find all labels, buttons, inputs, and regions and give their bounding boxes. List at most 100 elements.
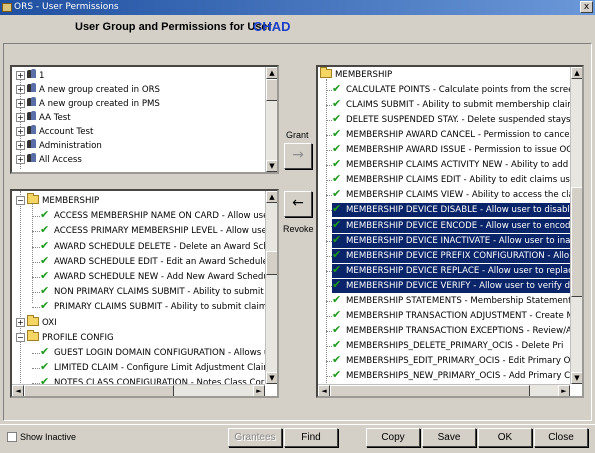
scroll-down-icon[interactable]: ▼ — [571, 372, 582, 384]
ok-button[interactable]: OK — [478, 428, 532, 447]
scroll-right-icon[interactable]: ► — [558, 385, 570, 396]
close-window-button[interactable]: x — [580, 1, 593, 13]
expand-icon[interactable]: + — [16, 141, 25, 150]
permission-item[interactable]: ✔ MEMBERSHIP AWARD CANCEL - Permission to… — [332, 128, 572, 142]
permission-item[interactable]: ✔ ACCESS PRIMARY MEMBERSHIP LEVEL - Allow… — [40, 224, 267, 238]
permission-label: MEMBERSHIPS_DELETE_PRIMARY_OCIS - Delete… — [346, 341, 564, 351]
folder-item[interactable]: OXI — [27, 315, 57, 330]
expand-icon[interactable]: + — [16, 71, 25, 80]
permission-label: MEMBERSHIP DEVICE INACTIVATE - Allow use… — [346, 236, 576, 246]
scroll-up-icon[interactable]: ▲ — [266, 191, 277, 203]
granted-hscrollbar[interactable]: ◄ ► — [318, 384, 570, 396]
folder-label: OXI — [42, 318, 57, 328]
tree-connector — [32, 277, 40, 278]
scroll-thumb[interactable] — [330, 385, 530, 396]
permission-item[interactable]: ✔ AWARD SCHEDULE DELETE - Delete an Award… — [40, 240, 269, 254]
available-hscrollbar[interactable]: ◄ ► — [12, 384, 265, 396]
collapse-icon[interactable]: − — [16, 333, 25, 342]
group-item[interactable]: Administration — [27, 139, 102, 153]
expand-icon[interactable]: + — [16, 318, 25, 327]
scroll-thumb[interactable] — [266, 251, 277, 275]
permission-label: MEMBERSHIP CLAIMS ACTIVITY NEW - Ability… — [346, 160, 582, 170]
permission-item[interactable]: ✔ MEMBERSHIP DEVICE PREFIX CONFIGURATION … — [332, 249, 572, 263]
permission-item[interactable]: ✔ CLAIMS SUBMIT - Ability to submit membe… — [332, 98, 582, 112]
scroll-left-icon[interactable]: ◄ — [318, 385, 330, 396]
groups-vscrollbar[interactable]: ▲ ▼ — [265, 67, 277, 172]
available-permissions-tree[interactable]: − MEMBERSHIP ✔ ACCESS MEMBERSHIP NAME ON CA… — [10, 189, 279, 398]
scroll-down-icon[interactable]: ▼ — [266, 160, 277, 172]
permission-item[interactable]: ✔ MEMBERSHIP STATEMENTS - Membership Stat… — [332, 294, 576, 308]
group-item[interactable]: A new group created in PMS — [27, 97, 160, 111]
permission-item[interactable]: ✔ LIMITED CLAIM - Configure Limit Adjustm… — [40, 361, 276, 375]
window-title: ORS - User Permissions — [14, 2, 119, 12]
available-vscrollbar[interactable]: ▲ ▼ — [265, 191, 277, 384]
grantees-button[interactable]: Grantees — [228, 428, 282, 447]
scroll-thumb[interactable] — [266, 79, 277, 101]
group-item[interactable]: All Access — [27, 153, 82, 167]
permission-item[interactable]: ✔ CALCULATE POINTS - Calculate points fro… — [332, 83, 579, 97]
permission-item[interactable]: ✔ MEMBERSHIP CLAIMS EDIT - Ability to edi… — [332, 173, 582, 187]
permission-item[interactable]: ✔ ACCESS MEMBERSHIP NAME ON CARD - Allow … — [40, 209, 268, 223]
tree-connector — [20, 191, 21, 391]
group-item[interactable]: A new group created in ORS — [27, 83, 160, 97]
permission-item[interactable]: ✔ MEMBERSHIP CLAIMS ACTIVITY NEW - Abilit… — [332, 158, 582, 172]
tree-connector — [326, 79, 327, 389]
collapse-icon[interactable]: − — [16, 196, 25, 205]
scroll-down-icon[interactable]: ▼ — [266, 372, 277, 384]
folder-item[interactable]: MEMBERSHIP — [27, 193, 99, 208]
scroll-thumb[interactable] — [571, 187, 582, 297]
scroll-up-icon[interactable]: ▲ — [266, 67, 277, 79]
permission-item[interactable]: ✔ MEMBERSHIP CLAIMS VIEW - Ability to acc… — [332, 188, 582, 202]
permission-item[interactable]: ✔ PRIMARY CLAIMS SUBMIT - Ability to subm… — [40, 300, 277, 314]
scroll-thumb[interactable] — [24, 385, 174, 396]
permission-item[interactable]: ✔ MEMBERSHIPS_NEW_PRIMARY_OCIS - Add Prim… — [332, 369, 572, 383]
permission-item[interactable]: ✔ MEMBERSHIPS_EDIT_PRIMARY_OCIS - Edit Pr… — [332, 354, 572, 368]
save-button[interactable]: Save — [422, 428, 476, 447]
group-item[interactable]: AA Test — [27, 111, 71, 125]
scroll-left-icon[interactable]: ◄ — [12, 385, 24, 396]
permission-item[interactable]: ✔ MEMBERSHIP DEVICE ENCODE - Allow user t… — [332, 219, 576, 233]
close-button[interactable]: Close — [534, 428, 588, 447]
group-item[interactable]: 1 — [27, 69, 44, 83]
permission-item[interactable]: ✔ AWARD SCHEDULE NEW - Add New Award Sche… — [40, 270, 269, 284]
folder-item[interactable]: MEMBERSHIP — [320, 67, 392, 82]
permission-item[interactable]: ✔ MEMBERSHIP DEVICE REPLACE - Allow user … — [332, 264, 573, 278]
granted-vscrollbar[interactable]: ▲ ▼ — [570, 67, 582, 384]
show-inactive-checkbox[interactable] — [7, 432, 17, 442]
group-item[interactable]: Account Test — [27, 125, 93, 139]
permission-label: DELETE SUSPENDED STAY. - Delete suspende… — [346, 115, 571, 125]
check-icon: ✔ — [40, 269, 50, 282]
permission-item[interactable]: ✔ GUEST LOGIN DOMAIN CONFIGURATION - Allo… — [40, 346, 269, 360]
group-item-label: 1 — [39, 71, 45, 81]
permission-item[interactable]: ✔ MEMBERSHIP DEVICE DISABLE - Allow user … — [332, 203, 575, 217]
scroll-up-icon[interactable]: ▲ — [571, 67, 582, 79]
expand-icon[interactable]: + — [16, 155, 25, 164]
find-button[interactable]: Find — [284, 428, 338, 447]
permission-item[interactable]: ✔ AWARD SCHEDULE EDIT - Edit an Award Sch… — [40, 255, 268, 269]
revoke-button[interactable]: ← — [284, 191, 312, 217]
folder-item[interactable]: PROFILE CONFIG — [27, 330, 114, 345]
permission-item[interactable]: ✔ MEMBERSHIP TRANSACTION ADJUSTMENT - Cre… — [332, 309, 574, 323]
permission-item[interactable]: ✔ MEMBERSHIPS_DELETE_PRIMARY_OCIS - Delet… — [332, 339, 572, 353]
permission-item[interactable]: ✔ MEMBERSHIP DEVICE INACTIVATE - Allow us… — [332, 234, 576, 248]
expand-icon[interactable]: + — [16, 127, 25, 136]
copy-button[interactable]: Copy — [366, 428, 420, 447]
permission-item[interactable]: ✔ NON PRIMARY CLAIMS SUBMIT - Ability to … — [40, 285, 275, 299]
groups-tree[interactable]: +1 + A new group created in ORS + A new grou… — [10, 65, 279, 174]
permission-item[interactable]: ✔ MEMBERSHIP DEVICE VERIFY - Allow user t… — [332, 279, 580, 293]
expand-icon[interactable]: + — [16, 85, 25, 94]
permission-item[interactable]: ✔ MEMBERSHIP TRANSACTION EXCEPTIONS - Rev… — [332, 324, 572, 338]
app-icon — [2, 3, 12, 12]
permission-item[interactable]: ✔ MEMBERSHIP AWARD ISSUE - Permission to … — [332, 143, 572, 157]
permission-label: MEMBERSHIPS_EDIT_PRIMARY_OCIS - Edit Pri… — [346, 356, 571, 366]
expand-icon[interactable]: + — [16, 99, 25, 108]
permission-item[interactable]: ✔ DELETE SUSPENDED STAY. - Delete suspend… — [332, 113, 572, 127]
scroll-right-icon[interactable]: ► — [253, 385, 265, 396]
granted-permissions-tree[interactable]: MEMBERSHIP ✔ CALCULATE POINTS - Calculate … — [316, 65, 584, 398]
permission-label: MEMBERSHIP AWARD CANCEL - Permission to … — [346, 130, 572, 140]
expand-icon[interactable]: + — [16, 113, 25, 122]
revoke-label: Revoke — [283, 224, 314, 234]
grant-button[interactable]: → — [284, 143, 312, 169]
group-icon — [27, 111, 37, 121]
footer-separator — [0, 424, 595, 425]
